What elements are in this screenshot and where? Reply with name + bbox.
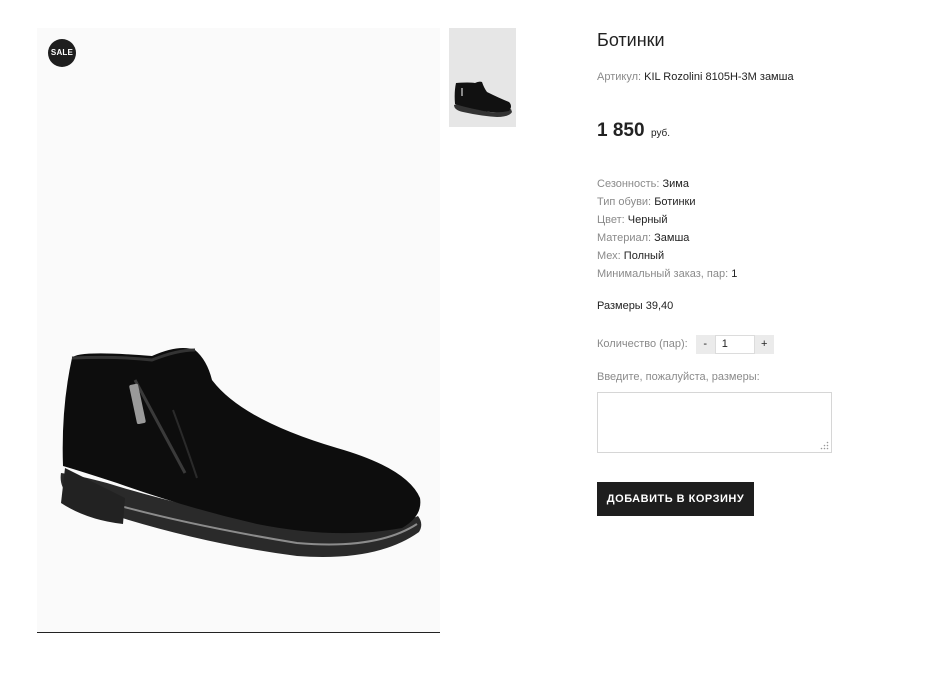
product-title: Ботинки bbox=[597, 30, 665, 50]
quantity-decrease-button[interactable]: - bbox=[695, 334, 715, 354]
attribute-value: Полный bbox=[623, 250, 665, 262]
quantity-increase-button[interactable]: + bbox=[754, 334, 774, 354]
attribute-label: Цвет: bbox=[597, 214, 625, 226]
shoe-photo bbox=[60, 348, 422, 557]
attribute-value: Зима bbox=[662, 178, 689, 190]
attribute-color: Цвет: Черный bbox=[597, 213, 737, 231]
sizes-textarea[interactable] bbox=[597, 392, 832, 453]
add-to-cart-button[interactable]: ДОБАВИТЬ В КОРЗИНУ bbox=[597, 482, 754, 516]
attribute-label: Материал: bbox=[597, 232, 652, 244]
product-main-image[interactable]: SALE bbox=[37, 28, 440, 633]
attribute-fur: Мех: Полный bbox=[597, 249, 737, 267]
attribute-label: Тип обуви: bbox=[597, 196, 652, 208]
product-price: 1 850 руб. bbox=[597, 120, 670, 142]
sku-value: KIL Rozolini 8105H-3M замша bbox=[644, 71, 794, 83]
product-sku: Артикул: KIL Rozolini 8105H-3M замша bbox=[597, 71, 794, 83]
available-sizes: Размеры 39,40 bbox=[597, 300, 674, 312]
attribute-label: Сезонность: bbox=[597, 178, 660, 190]
price-currency: руб. bbox=[651, 128, 671, 139]
price-amount: 1 850 bbox=[597, 120, 645, 141]
attribute-value: Черный bbox=[627, 214, 668, 226]
quantity-stepper: Количество (пар): - + bbox=[597, 334, 774, 354]
attribute-shoe-type: Тип обуви: Ботинки bbox=[597, 195, 737, 213]
sale-badge: SALE bbox=[48, 39, 76, 67]
attribute-min-order: Минимальный заказ, пар: 1 bbox=[597, 267, 737, 285]
resize-grip-icon[interactable] bbox=[820, 441, 829, 450]
quantity-input[interactable] bbox=[714, 334, 755, 354]
attribute-value: Замша bbox=[654, 232, 690, 244]
product-thumbnail[interactable] bbox=[449, 28, 516, 127]
product-attributes: Сезонность: Зима Тип обуви: Ботинки Цвет… bbox=[597, 177, 737, 285]
attribute-season: Сезонность: Зима bbox=[597, 177, 737, 195]
sku-label: Артикул: bbox=[597, 71, 642, 83]
quantity-label: Количество (пар): bbox=[597, 338, 688, 350]
attribute-label: Мех: bbox=[597, 250, 621, 262]
attribute-value: Ботинки bbox=[654, 196, 696, 208]
attribute-material: Материал: Замша bbox=[597, 231, 737, 249]
attribute-label: Минимальный заказ, пар: bbox=[597, 268, 729, 280]
attribute-value: 1 bbox=[731, 268, 738, 280]
thumbnail-shoe-icon bbox=[454, 81, 512, 117]
sizes-prompt-label: Введите, пожалуйста, размеры: bbox=[597, 371, 760, 383]
